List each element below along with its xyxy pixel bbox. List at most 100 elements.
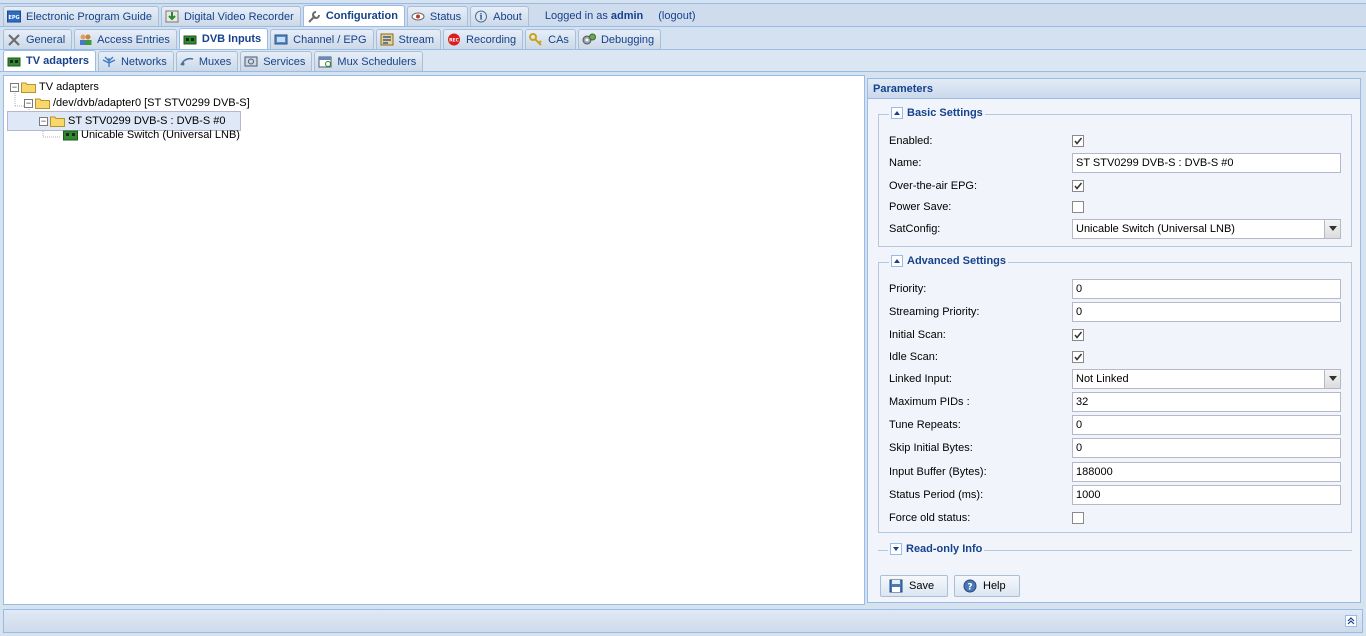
skip-bytes-field[interactable]: 0 bbox=[1072, 437, 1341, 458]
initial-scan-checkbox[interactable] bbox=[1072, 328, 1084, 341]
tab-dvb-inputs[interactable]: DVB Inputs bbox=[178, 28, 269, 49]
tab-tv-adapters[interactable]: TV adapters bbox=[3, 50, 96, 71]
tab-muxes-label: Muxes bbox=[198, 55, 232, 68]
input-buffer-field[interactable]: 188000 bbox=[1072, 461, 1341, 482]
tree-node-root[interactable]: − TV adapters bbox=[10, 79, 99, 95]
expand-icon[interactable] bbox=[1345, 615, 1357, 627]
priority-label: Priority: bbox=[889, 282, 927, 295]
services-icon bbox=[244, 55, 258, 68]
chevron-down-icon[interactable] bbox=[1324, 369, 1340, 388]
basic-settings-title: Basic Settings bbox=[907, 107, 983, 119]
login-prefix: Logged in as bbox=[544, 10, 608, 22]
streaming-priority-field[interactable]: 0 bbox=[1072, 301, 1341, 322]
enabled-row: Enabled: bbox=[889, 130, 1341, 151]
save-icon bbox=[889, 579, 903, 593]
power-save-label: Power Save: bbox=[889, 200, 952, 213]
streaming-priority-row: Streaming Priority: 0 bbox=[889, 301, 1341, 322]
dvb-tab-bar: TV adapters Networks Muxes Services Mux … bbox=[0, 50, 1366, 72]
power-save-row: Power Save: bbox=[889, 196, 1341, 217]
gears-icon bbox=[582, 33, 596, 46]
tab-access-entries-label: Access Entries bbox=[97, 33, 170, 46]
tab-dvr-label: Digital Video Recorder bbox=[183, 10, 294, 23]
tab-debugging[interactable]: Debugging bbox=[577, 29, 662, 49]
expand-icon[interactable] bbox=[890, 543, 902, 555]
users-icon bbox=[78, 33, 92, 46]
linked-input-select[interactable]: Not Linked bbox=[1072, 368, 1341, 389]
idle-scan-row: Idle Scan: bbox=[889, 346, 1341, 367]
svg-text:EPG: EPG bbox=[8, 15, 19, 21]
tab-epg[interactable]: EPG Electronic Program Guide bbox=[3, 6, 159, 26]
advanced-settings-title: Advanced Settings bbox=[907, 255, 1007, 267]
input-buffer-row: Input Buffer (Bytes): 188000 bbox=[889, 461, 1341, 482]
tab-mux-schedulers-label: Mux Schedulers bbox=[337, 55, 417, 68]
linked-input-row: Linked Input: Not Linked bbox=[889, 368, 1341, 389]
tab-services[interactable]: Services bbox=[240, 51, 313, 71]
tab-status-label: Status bbox=[429, 10, 462, 23]
tab-mux-schedulers[interactable]: Mux Schedulers bbox=[314, 51, 424, 71]
collapse-icon[interactable]: − bbox=[39, 116, 48, 126]
collapse-icon[interactable]: − bbox=[24, 98, 33, 108]
tab-status[interactable]: Status bbox=[406, 6, 469, 26]
idle-scan-label: Idle Scan: bbox=[889, 350, 938, 363]
priority-field[interactable]: 0 bbox=[1072, 278, 1341, 299]
svg-text:REC: REC bbox=[449, 38, 460, 44]
tab-networks[interactable]: Networks bbox=[97, 51, 174, 71]
tools-icon bbox=[7, 33, 21, 46]
name-field[interactable]: ST STV0299 DVB-S : DVB-S #0 bbox=[1072, 152, 1341, 173]
collapse-icon[interactable] bbox=[891, 255, 903, 267]
max-pids-field[interactable]: 32 bbox=[1072, 391, 1341, 412]
tree-node-satconf[interactable]: Unicable Switch (Universal LNB) bbox=[63, 127, 240, 143]
tree-node-adapter[interactable]: − /dev/dvb/adapter0 [ST STV0299 DVB-S] bbox=[24, 95, 250, 111]
save-button[interactable]: Save bbox=[880, 575, 948, 597]
download-icon bbox=[165, 10, 179, 23]
collapse-icon[interactable]: − bbox=[10, 82, 19, 92]
tab-channel-epg-label: Channel / EPG bbox=[293, 33, 367, 46]
enabled-label: Enabled: bbox=[889, 134, 933, 147]
satconfig-select[interactable]: Unicable Switch (Universal LNB) bbox=[1072, 218, 1341, 239]
chevron-down-icon[interactable] bbox=[1324, 219, 1340, 238]
folder-icon bbox=[21, 82, 36, 93]
tree-node-label: TV adapters bbox=[39, 81, 99, 93]
help-button-label: Help bbox=[983, 580, 1006, 592]
tv-icon bbox=[274, 33, 288, 46]
folder-icon bbox=[50, 116, 65, 127]
collapse-icon[interactable] bbox=[891, 107, 903, 119]
tab-epg-label: Electronic Program Guide bbox=[26, 10, 152, 23]
calendar-icon bbox=[318, 55, 332, 68]
tab-general[interactable]: General bbox=[3, 29, 73, 49]
tab-dvr[interactable]: Digital Video Recorder bbox=[160, 6, 301, 26]
basic-settings-fieldset: Basic Settings Enabled: Name: ST STV0299… bbox=[878, 107, 1352, 247]
enabled-checkbox[interactable] bbox=[1072, 134, 1084, 147]
tab-muxes[interactable]: Muxes bbox=[175, 51, 239, 71]
power-save-checkbox[interactable] bbox=[1072, 200, 1084, 213]
tab-about[interactable]: i About bbox=[470, 6, 529, 26]
help-button[interactable]: ? Help bbox=[954, 575, 1020, 597]
tab-stream-label: Stream bbox=[398, 33, 435, 46]
tune-repeats-field[interactable]: 0 bbox=[1072, 414, 1341, 435]
tv-card-icon bbox=[7, 55, 21, 68]
svg-text:i: i bbox=[480, 12, 483, 22]
tab-stream[interactable]: Stream bbox=[375, 29, 442, 49]
tab-cas[interactable]: CAs bbox=[525, 29, 576, 49]
status-period-row: Status Period (ms): 1000 bbox=[889, 484, 1341, 505]
idle-scan-checkbox[interactable] bbox=[1072, 350, 1084, 363]
satconfig-value: Unicable Switch (Universal LNB) bbox=[1076, 222, 1235, 235]
max-pids-row: Maximum PIDs : 32 bbox=[889, 391, 1341, 412]
tab-channel-epg[interactable]: Channel / EPG bbox=[270, 29, 374, 49]
tune-repeats-label: Tune Repeats: bbox=[889, 418, 961, 431]
logout-link[interactable]: (logout) bbox=[658, 10, 695, 22]
tab-recording[interactable]: REC Recording bbox=[443, 29, 524, 49]
tab-configuration[interactable]: Configuration bbox=[302, 5, 405, 26]
tab-about-label: About bbox=[493, 10, 522, 23]
status-period-field[interactable]: 1000 bbox=[1072, 484, 1341, 505]
antenna-icon bbox=[102, 55, 116, 68]
name-label: Name: bbox=[889, 156, 922, 169]
tab-cas-label: CAs bbox=[548, 33, 569, 46]
epg-icon: EPG bbox=[7, 10, 21, 23]
svg-text:?: ? bbox=[967, 583, 972, 593]
force-old-status-checkbox[interactable] bbox=[1072, 511, 1084, 524]
epg-checkbox[interactable] bbox=[1072, 179, 1084, 192]
tab-access-entries[interactable]: Access Entries bbox=[74, 29, 177, 49]
eye-icon bbox=[411, 10, 425, 23]
tree-node-label: ST STV0299 DVB-S : DVB-S #0 bbox=[68, 115, 226, 127]
